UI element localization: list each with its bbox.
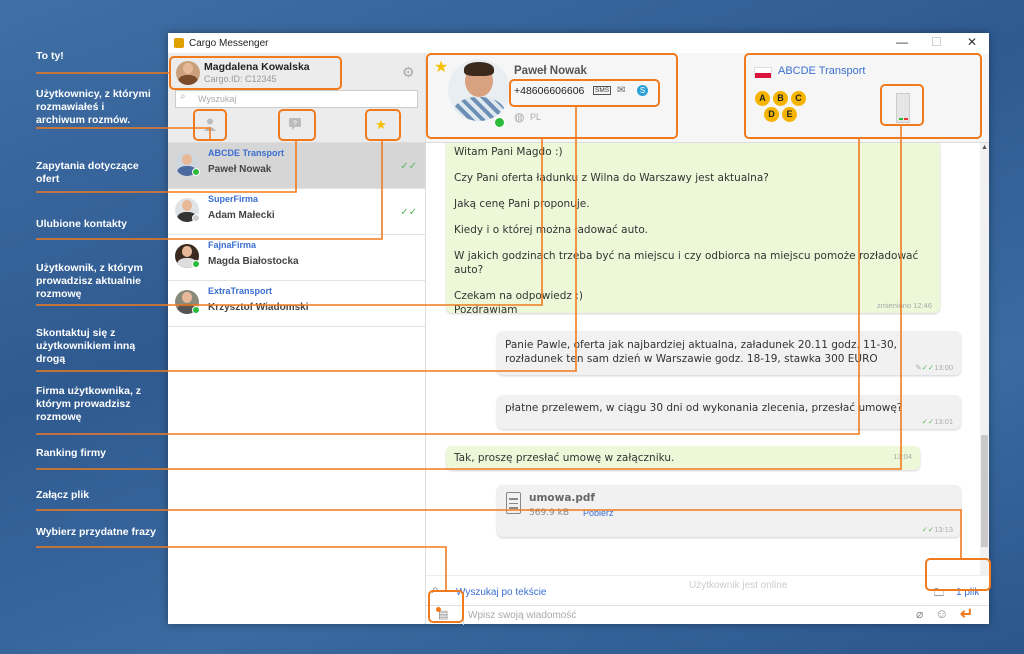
annotation-company-ranking: Ranking firmy (36, 447, 107, 459)
send-enter-icon[interactable]: ↵ (960, 604, 973, 624)
read-check-icon: ✓✓ (921, 525, 935, 534)
highlight-company (744, 53, 982, 139)
highlight-attach (925, 558, 991, 591)
message-outgoing: Panie Pawle, oferta jak najbardziej aktu… (497, 331, 961, 375)
file-message: umowa.pdf 569.9 kB Pobierz ✓✓13:13 (497, 485, 961, 537)
search-icon: ⌕ (180, 91, 186, 102)
message-incoming: Witam Pani Magdo :) Czy Pani oferta ładu… (446, 143, 940, 316)
message-line: W jakich godzinach trzeba być na miejscu… (454, 250, 919, 276)
contact-person: Paweł Nowak (208, 164, 272, 175)
read-check-icon: ✓✓ (921, 363, 935, 372)
attach-paperclip-icon[interactable]: ⌀ (916, 607, 923, 621)
contact-item[interactable]: FajnaFirma Magda Białostocka (168, 235, 425, 281)
highlight-ranking (880, 84, 924, 126)
annotation-favorites: Ulubione kontakty (36, 218, 128, 230)
maximize-button[interactable]: ☐ (931, 35, 942, 49)
online-status-icon (192, 306, 200, 314)
pdf-file-icon (506, 492, 521, 514)
message-text: Tak, proszę przesłać umowę w załączniku. (454, 452, 675, 464)
highlight-phrases (428, 590, 464, 623)
contact-person: Krzysztof Wiadomski (208, 302, 309, 313)
contact-item[interactable]: SuperFirma Adam Małecki ✓✓ (168, 189, 425, 235)
search-text-link[interactable]: Wyszukaj po tekście (456, 587, 547, 598)
annotation-users-archive: Użytkownicy, z którymi rozmawiałeś i arc… (36, 88, 151, 126)
offline-status-icon (192, 214, 200, 222)
highlight-favorites-tab (365, 109, 401, 141)
file-name: umowa.pdf (529, 492, 596, 504)
message-line: Witam Pani Magdo :) (454, 146, 563, 158)
highlight-contact-ways (509, 79, 660, 107)
message-line: Jaką cenę Pani proponuje. (454, 198, 590, 210)
annotation-user-company: Firma użytkownika, z którym prowadzisz r… (36, 385, 142, 423)
message-line: Kiedy i o której można ładować auto. (454, 224, 648, 236)
settings-gear-icon[interactable]: ⚙ (402, 64, 415, 81)
message-outgoing: płatne przelewem, w ciągu 30 dni od wyko… (497, 395, 961, 429)
minimize-button[interactable]: — (896, 35, 908, 49)
contact-item[interactable]: ExtraTransport Krzysztof Wiadomski (168, 281, 425, 327)
highlight-users-tab (193, 109, 227, 141)
read-check-icon: ✓✓ (400, 207, 417, 218)
message-list: Witam Pani Magdo :) Czy Pani oferta ładu… (426, 143, 980, 575)
annotation-phrases: Wybierz przydatne frazy (36, 526, 157, 538)
contact-company: ABCDE Transport (208, 148, 285, 158)
read-check-icon: ✓✓ (400, 161, 417, 172)
message-time: 13:00 (934, 363, 953, 372)
window-title: Cargo Messenger (189, 37, 269, 49)
message-line: Czekam na odpowiedz :) Pozdrawiam (454, 290, 583, 316)
app-logo-icon (174, 38, 184, 48)
message-meta: zmieniono 12:46 (876, 301, 932, 310)
annotation-attach-file: Załącz plik (36, 489, 90, 501)
close-button[interactable]: ✕ (967, 35, 977, 49)
message-text: płatne przelewem, w ciągu 30 dni od wyko… (505, 402, 903, 414)
contact-list: ABCDE Transport Paweł Nowak ✓✓ SuperFirm… (168, 143, 425, 327)
online-status-text: Użytkownik jest online (689, 580, 788, 591)
message-input[interactable]: Wpisz swoją wiadomość (463, 606, 903, 625)
scrollbar-thumb[interactable] (981, 435, 988, 547)
contact-company: SuperFirma (208, 194, 259, 204)
message-input-bar: ▤ Wpisz swoją wiadomość ⌀ ☺ ↵ (426, 604, 989, 625)
annotation-offer-queries: Zapytania dotyczące ofert (36, 160, 139, 185)
highlight-me (169, 56, 342, 90)
download-link[interactable]: Pobierz (583, 508, 614, 518)
message-text: Panie Pawle, oferta jak najbardziej aktu… (505, 339, 898, 365)
annotation-current-user: Użytkownik, z którym prowadzisz aktualni… (36, 262, 143, 300)
bottom-bar: ⌕ Wyszukaj po tekście Użytkownik jest on… (426, 575, 989, 605)
message-scrollbar[interactable]: ▲ (980, 143, 989, 575)
message-incoming: Tak, proszę przesłać umowę w załączniku.… (446, 446, 920, 470)
scroll-up-icon[interactable]: ▲ (981, 144, 988, 151)
highlight-queries-tab (278, 109, 316, 141)
message-time: 13:01 (934, 417, 953, 426)
message-time: 13:13 (934, 525, 953, 534)
contact-person: Adam Małecki (208, 210, 275, 221)
message-line: Czy Pani oferta ładunku z Wilna do Warsz… (454, 172, 769, 184)
annotation-contact-other-way: Skontaktuj się z użytkownikiem inną drog… (36, 327, 136, 365)
contact-item[interactable]: ABCDE Transport Paweł Nowak ✓✓ (168, 143, 425, 189)
contact-person: Magda Białostocka (208, 256, 299, 267)
file-size: 569.9 kB (529, 508, 570, 518)
title-bar: Cargo Messenger (168, 33, 989, 53)
message-time: 13:04 (893, 452, 912, 461)
online-status-icon (192, 168, 200, 176)
contact-company: FajnaFirma (208, 240, 257, 250)
emoji-icon[interactable]: ☺ (935, 606, 948, 621)
annotation-you: To ty! (36, 50, 64, 62)
contact-company: ExtraTransport (208, 286, 273, 296)
read-check-icon: ✓✓ (921, 417, 935, 426)
online-status-icon (192, 260, 200, 268)
contact-search-input[interactable]: Wyszukaj (175, 90, 418, 108)
